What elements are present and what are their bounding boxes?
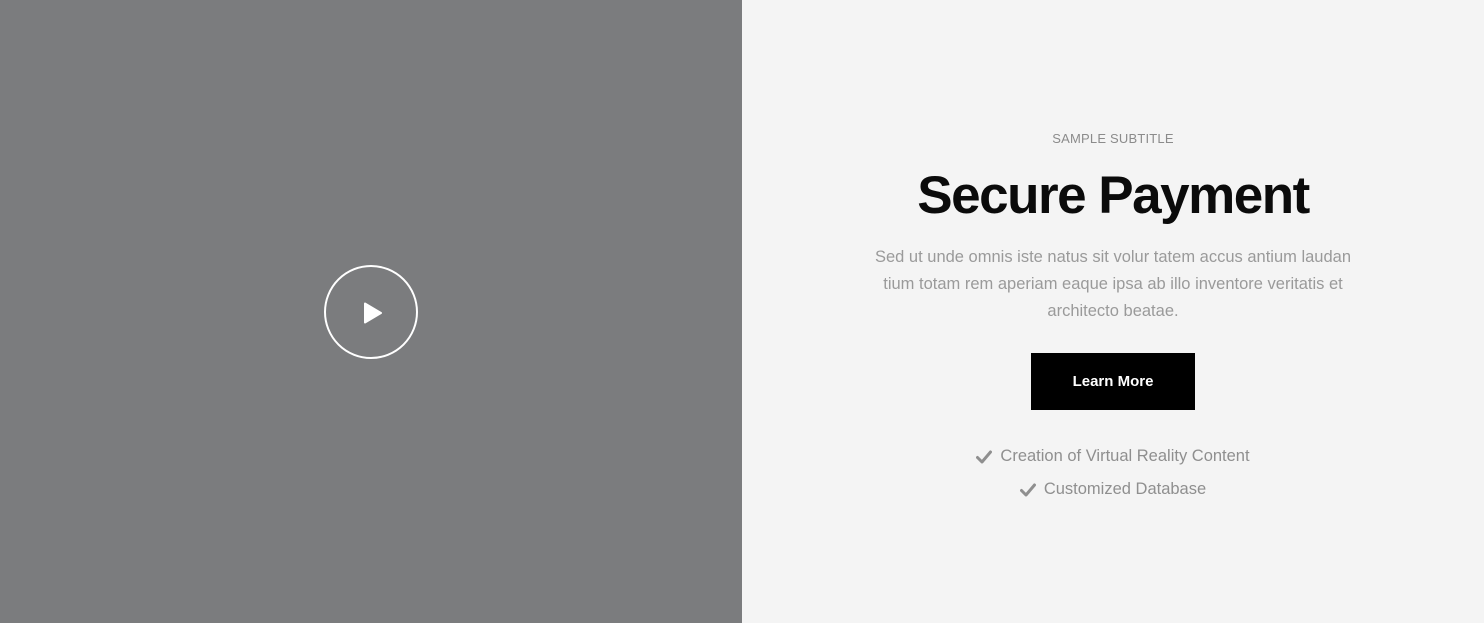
section-description: Sed ut unde omnis iste natus sit volur t… [874,248,1351,320]
video-panel [0,0,742,623]
feature-label: Creation of Virtual Reality Content [1000,447,1250,465]
feature-label: Customized Database [1043,480,1207,498]
learn-more-button[interactable]: Learn More [1031,353,1195,410]
content-panel: SAMPLE SUBTITLE Secure Payment Sed ut un… [742,0,1484,623]
play-button[interactable] [324,265,418,359]
feature-item: Customized Database [742,473,1484,506]
section-title: Secure Payment [917,166,1310,225]
feature-item: Creation of Virtual Reality Content [742,440,1484,473]
check-icon [1019,483,1036,497]
feature-list: Creation of Virtual Reality Content Cust… [742,440,1484,506]
section-subtitle: SAMPLE SUBTITLE [1052,131,1174,146]
check-icon [976,450,993,464]
page: SAMPLE SUBTITLE Secure Payment Sed ut un… [0,0,1484,623]
